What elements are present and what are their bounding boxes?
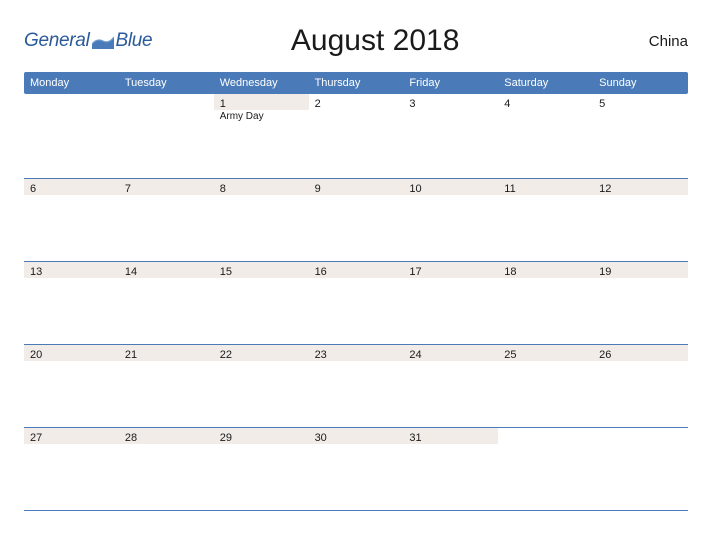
dow-fri: Friday [403,72,498,94]
calendar-day: 16 [309,262,404,344]
calendar-day [119,94,214,178]
day-number: 15 [220,266,303,278]
calendar-day: 15 [214,262,309,344]
calendar-day: 30 [309,428,404,510]
day-number: 17 [409,266,492,278]
day-number: 4 [504,98,587,110]
dow-wed: Wednesday [214,72,309,94]
calendar-day: 17 [403,262,498,344]
day-number: 28 [125,432,208,444]
calendar-day: 21 [119,345,214,427]
calendar-day: 4 [498,94,593,178]
calendar-day: 2 [309,94,404,178]
calendar-day: 31 [403,428,498,510]
day-number: 30 [315,432,398,444]
calendar-day: 18 [498,262,593,344]
day-number: 18 [504,266,587,278]
brand-name: General [24,30,90,52]
calendar-day: 7 [119,179,214,261]
globe-icon [92,31,114,49]
brand-accent: Blue [116,30,153,52]
calendar-day [593,428,688,510]
calendar-day: 13 [24,262,119,344]
calendar-day: 22 [214,345,309,427]
dow-sun: Sunday [593,72,688,94]
calendar-day: 5 [593,94,688,178]
day-number: 25 [504,349,587,361]
day-number: 27 [30,432,113,444]
calendar-day: 26 [593,345,688,427]
day-of-week-row: Monday Tuesday Wednesday Thursday Friday… [24,72,688,94]
day-number: 7 [125,183,208,195]
dow-sat: Saturday [498,72,593,94]
calendar-day: 19 [593,262,688,344]
calendar-day: 11 [498,179,593,261]
calendar-day: 25 [498,345,593,427]
brand-logo: General Blue [24,30,152,52]
day-number: 23 [315,349,398,361]
calendar-day: 20 [24,345,119,427]
calendar-day: 9 [309,179,404,261]
calendar-week: 13 14 15 16 17 18 19 [24,262,688,345]
calendar-header: General Blue August 2018 China [24,24,688,58]
day-number: 3 [409,98,492,110]
day-number: 6 [30,183,113,195]
calendar-day: 6 [24,179,119,261]
calendar-day: 24 [403,345,498,427]
calendar-day: 14 [119,262,214,344]
dow-tue: Tuesday [119,72,214,94]
day-number: 5 [599,98,682,110]
calendar-day [24,94,119,178]
day-number: 10 [409,183,492,195]
day-number: 11 [504,183,587,195]
calendar-week: 1Army Day 2345 [24,94,688,179]
calendar-day: 29 [214,428,309,510]
day-number: 31 [409,432,492,444]
day-number: 12 [599,183,682,195]
dow-mon: Monday [24,72,119,94]
calendar-title: August 2018 [152,24,598,58]
calendar-day: 23 [309,345,404,427]
calendar-day: 10 [403,179,498,261]
day-number: 19 [599,266,682,278]
calendar-week: 20 21 22 23 24 25 26 [24,345,688,428]
day-number: 14 [125,266,208,278]
calendar-week: 6789 10 11 12 [24,179,688,262]
day-number: 21 [125,349,208,361]
calendar-day: 27 [24,428,119,510]
day-number: 26 [599,349,682,361]
day-number: 8 [220,183,303,195]
calendar-day: 8 [214,179,309,261]
day-number: 24 [409,349,492,361]
day-number: 13 [30,266,113,278]
calendar-week: 27 28 29 30 31 [24,428,688,511]
day-number: 16 [315,266,398,278]
day-number: 9 [315,183,398,195]
region-label: China [598,33,688,50]
calendar-day: 12 [593,179,688,261]
day-number: 29 [220,432,303,444]
day-event: Army Day [220,111,303,122]
calendar-day [498,428,593,510]
calendar-day: 3 [403,94,498,178]
day-number: 20 [30,349,113,361]
dow-thu: Thursday [309,72,404,94]
day-number: 2 [315,98,398,110]
day-number: 1 [220,98,303,110]
calendar-day: 1Army Day [214,94,309,178]
calendar-grid: Monday Tuesday Wednesday Thursday Friday… [24,72,688,511]
day-number: 22 [220,349,303,361]
calendar-day: 28 [119,428,214,510]
